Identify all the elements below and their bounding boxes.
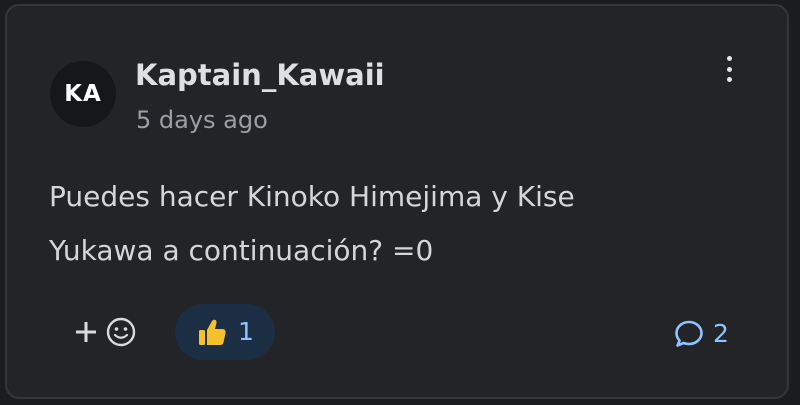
more-vertical-dot <box>726 77 732 82</box>
like-count: 1 <box>238 317 254 346</box>
more-options-button[interactable] <box>714 52 744 86</box>
comment-text-line: Puedes hacer Kinoko Himejima y Kise <box>49 180 575 213</box>
comment-card: KA Kaptain_Kawaii 5 days ago Puedes hace… <box>5 4 789 399</box>
username[interactable]: Kaptain_Kawaii <box>135 56 385 94</box>
thumbs-up-icon <box>199 319 226 345</box>
add-reaction-button[interactable] <box>73 312 145 352</box>
plus-icon <box>76 322 96 342</box>
speech-bubble-icon <box>675 320 703 347</box>
like-button[interactable]: 1 <box>175 304 275 360</box>
more-vertical-icon <box>726 56 732 61</box>
smiley-icon <box>106 317 136 347</box>
timestamp: 5 days ago <box>136 106 268 134</box>
reply-count: 2 <box>713 319 729 348</box>
replies-button[interactable]: 2 <box>673 314 729 354</box>
comment-text: Puedes hacer Kinoko Himejima y Kise Yuka… <box>49 170 689 278</box>
avatar-initials: KA <box>64 81 102 107</box>
comment-text-line: Yukawa a continuación? =0 <box>49 234 434 267</box>
more-vertical-dot <box>726 66 732 72</box>
avatar[interactable]: KA <box>50 61 116 127</box>
